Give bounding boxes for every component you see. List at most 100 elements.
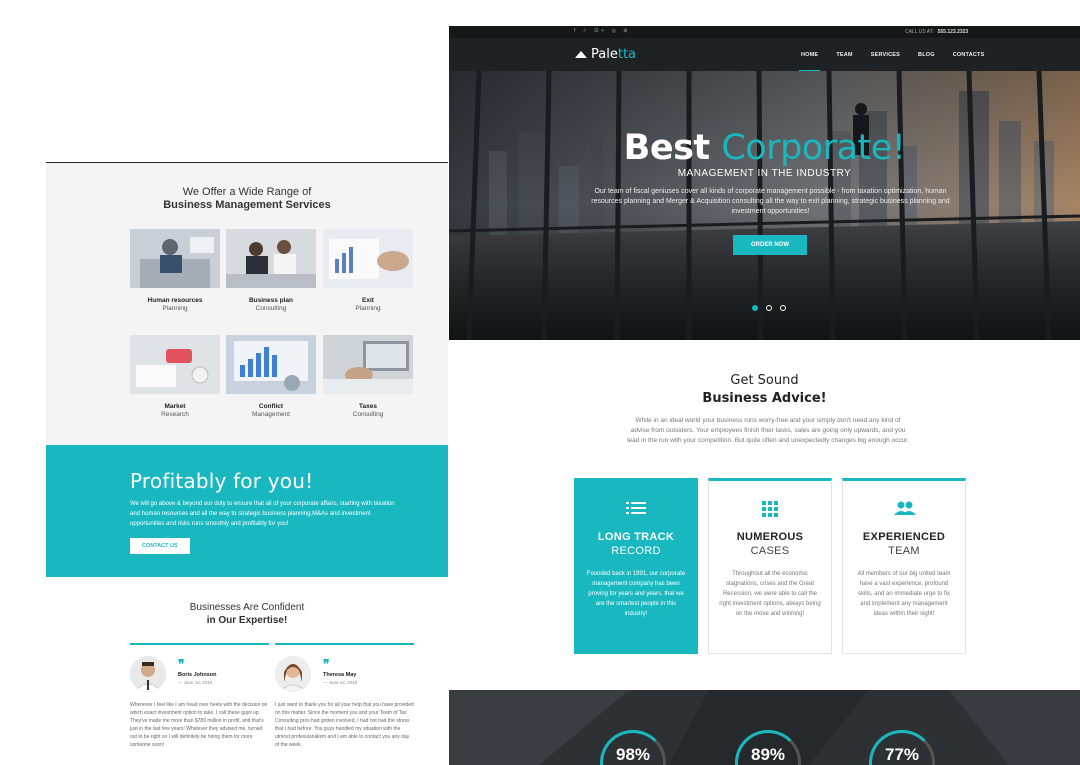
service-subtitle: Consulting [352,411,384,418]
testimonial-text: I just want to thank you for all your he… [275,702,414,748]
testimonial-name: Theresa May [323,672,357,678]
testimonial: ❞ Boris Johnson — June 12, 2016 Whenever… [130,643,269,748]
menu-item-services[interactable]: SERVICES [871,52,900,58]
slider-dot[interactable] [780,305,786,311]
service-image [226,229,316,288]
service-image [130,335,220,394]
service-title: Market [164,403,186,410]
service-subtitle: Planning [162,305,188,312]
service-image [226,335,316,394]
service-subtitle: Consulting [255,305,287,312]
avatar [130,656,166,692]
quote-icon: ❞ [323,657,330,671]
feature-card-title: NUMEROUS [736,531,804,543]
service-title: Exit [362,297,374,304]
testimonial-name: Boris Johnson [178,672,217,678]
service-subtitle: Management [252,411,290,418]
advice-text: While in an ideal world your business ru… [627,417,909,444]
hero-description: Our team of fiscal geniuses cover all ki… [591,188,950,215]
stat-value: 77% [884,745,920,764]
feature-card-text: Throughout all the economic stagnations,… [719,571,821,617]
avatar [275,656,311,692]
contact-us-button[interactable]: CONTACT US [130,538,190,554]
service-card[interactable]: Human resources Planning [130,229,220,312]
slider-dot[interactable] [766,305,772,311]
feature-card-text: All members of our big united team have … [857,571,951,617]
feature-card-title: LONG TRACK [597,531,675,543]
team-icon [894,501,916,515]
profit-title: Profitably for you! [130,469,314,493]
feature-card-numerous-cases[interactable]: NUMEROUS CASES Throughout all the econom… [708,478,832,654]
mountain-icon [575,51,587,58]
testimonial-date: — June 14, 2016 [323,680,358,685]
call-info: CALL US AT: 555.123.2323 [905,29,968,35]
service-image [130,229,220,288]
call-label: CALL US AT: [905,29,934,35]
service-subtitle: Planning [355,305,381,312]
profit-text: We will go above & beyond our duty to en… [130,501,395,527]
grid-icon [760,501,780,517]
feature-card-subtitle: RECORD [611,545,661,557]
feature-card-title: EXPERIENCED [862,531,946,543]
service-card[interactable]: Business plan Consulting [226,229,316,312]
hero-slider: Best Corporate! MANAGEMENT IN THE INDUST… [449,71,1080,340]
feature-card-text: Founded back in 1991, our corporate mana… [586,571,686,617]
logo-text-accent: tta [617,47,637,62]
logo-text: Pale [591,47,618,62]
hero-subtitle: MANAGEMENT IN THE INDUSTRY [677,168,852,179]
hero-title-bold: Best [623,128,710,168]
service-card[interactable]: Conflict Management [226,335,316,418]
service-title: Human resources [147,297,203,304]
services-heading: We Offer a Wide Range of Business Manage… [46,186,448,212]
phone-number[interactable]: 555.123.2323 [938,29,969,35]
feature-card-experienced-team[interactable]: EXPERIENCED TEAM All members of our big … [842,478,966,654]
testimonials-section: Businesses Are Confident in Our Expertis… [46,577,448,765]
logo[interactable]: Paletta [575,47,636,62]
testimonials-heading: Businesses Are Confident in Our Expertis… [46,601,448,627]
list-icon [626,501,646,515]
service-card[interactable]: Exit Planning [323,229,413,312]
stat-value: 89% [750,745,786,764]
feature-card-long-track[interactable]: LONG TRACK RECORD Founded back in 1991, … [574,478,698,654]
menu-item-blog[interactable]: BLOG [918,52,935,58]
services-preview-panel: We Offer a Wide Range of Business Manage… [46,162,448,765]
advice-heading: Get Sound Business Advice! [449,372,1080,408]
service-subtitle: Research [161,411,189,418]
quote-icon: ❞ [178,657,185,671]
top-bar: f ✓ G+ ◎ ⊕ CALL US AT: 555.123.2323 [449,26,1080,38]
service-card[interactable]: Market Research [130,335,220,418]
navbar: Paletta HOME TEAM SERVICES BLOG CONTACTS [449,38,1080,72]
service-title: Conflict [258,403,284,410]
service-title: Taxes [359,403,377,410]
main-menu: HOME TEAM SERVICES BLOG CONTACTS [798,52,1002,72]
services-heading-line1: We Offer a Wide Range of [182,186,312,198]
hero-title: Best Corporate! [449,128,1080,168]
menu-item-contacts[interactable]: CONTACTS [953,52,985,58]
service-image [323,229,413,288]
service-image [323,335,413,394]
service-title: Business plan [248,297,294,304]
advice-heading-line2: Business Advice! [702,391,827,406]
profit-banner: Profitably for you! We will go above & b… [46,445,448,577]
feature-card-subtitle: TEAM [888,545,920,557]
testimonial-text: Whenever I feel like I am head over heel… [130,702,268,748]
hero-title-accent: Corporate! [721,128,906,168]
advice-section: Get Sound Business Advice! While in an i… [449,340,1080,690]
testimonials-heading-line2: in Our Expertise! [206,615,288,626]
menu-item-home[interactable]: HOME [798,52,821,72]
slider-dot-active[interactable] [752,305,758,311]
service-card[interactable]: Taxes Consulting [323,335,413,418]
testimonials-heading-line1: Businesses Are Confident [189,602,305,613]
menu-item-team[interactable]: TEAM [836,52,852,58]
slider-dots [752,305,794,311]
order-now-button[interactable]: ORDER NOW [733,235,807,255]
advice-heading-line1: Get Sound [730,373,799,388]
testimonial-date: — June 12, 2016 [178,680,213,685]
feature-card-subtitle: CASES [750,545,790,557]
social-icons[interactable]: f ✓ G+ ◎ ⊕ [574,28,631,34]
homepage-preview-panel: f ✓ G+ ◎ ⊕ CALL US AT: 555.123.2323 Palet… [449,26,1080,765]
services-heading-line2: Business Management Services [163,199,331,211]
stat-value: 98% [615,745,651,764]
testimonial: ❞ Theresa May — June 14, 2016 I just wan… [275,643,414,748]
stats-section: 98% 89% 77% [449,690,1080,765]
